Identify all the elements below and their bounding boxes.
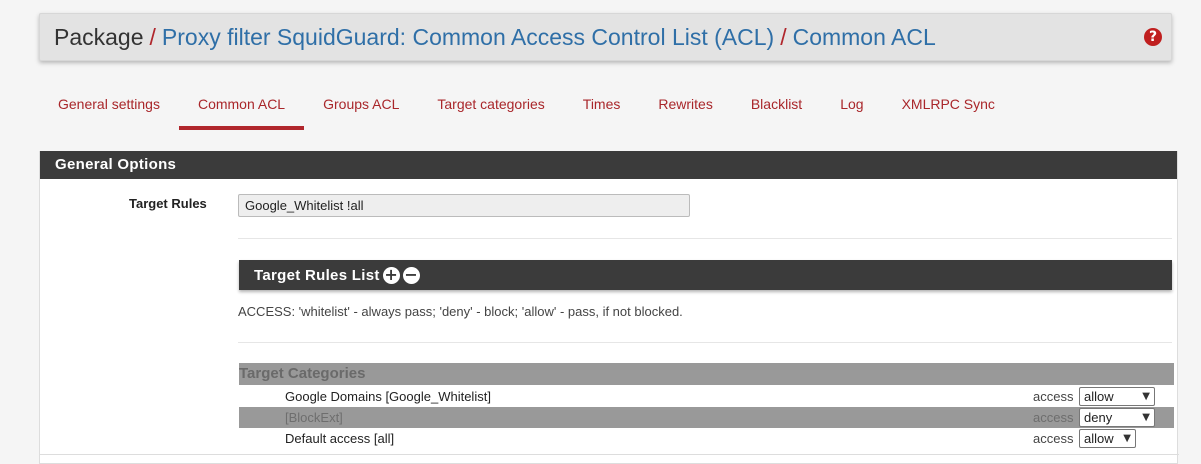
tab-log[interactable]: Log: [821, 84, 882, 130]
category-row: Google Domains [Google_Whitelist] access…: [239, 386, 1174, 407]
access-label: access: [1033, 389, 1074, 404]
chevron-down-icon: ▼: [1142, 391, 1150, 402]
minus-circle-icon[interactable]: −: [402, 266, 420, 284]
tab-rewrites[interactable]: Rewrites: [639, 84, 731, 130]
tab-blacklist[interactable]: Blacklist: [732, 84, 821, 130]
category-row: [BlockExt] access deny ▼: [239, 407, 1174, 428]
tab-common-acl[interactable]: Common ACL: [178, 84, 305, 130]
access-label: access: [1033, 431, 1074, 446]
chevron-down-icon: ▼: [1142, 412, 1150, 423]
divider: [238, 238, 1172, 239]
breadcrumb-separator: /: [149, 23, 156, 50]
tab-xmlrpc-sync[interactable]: XMLRPC Sync: [883, 84, 1014, 130]
chevron-down-icon: ▼: [1123, 433, 1131, 444]
access-note: ACCESS: 'whitelist' - always pass; 'deny…: [238, 304, 683, 319]
target-rules-list-header: Target Rules List + −: [239, 260, 1172, 290]
page-header: Package / Proxy filter SquidGuard: Commo…: [39, 13, 1172, 61]
tab-times[interactable]: Times: [564, 84, 640, 130]
tab-bar: General settings Common ACL Groups ACL T…: [39, 84, 1014, 130]
breadcrumb-separator: /: [780, 23, 787, 50]
breadcrumb-link-acl[interactable]: Proxy filter SquidGuard: Common Access C…: [162, 24, 774, 51]
tab-groups-acl[interactable]: Groups ACL: [304, 84, 418, 130]
panel-title: General Options: [40, 151, 1177, 179]
tab-target-categories[interactable]: Target categories: [418, 84, 563, 130]
access-select[interactable]: allow ▼: [1079, 429, 1136, 448]
target-categories-title: Target Categories: [239, 363, 1174, 385]
divider: [238, 342, 1172, 343]
category-name: [BlockExt]: [285, 410, 343, 425]
target-rules-list-title: Target Rules List: [254, 266, 380, 284]
breadcrumb-root: Package: [54, 23, 144, 50]
divider: [40, 454, 1179, 455]
access-select[interactable]: deny ▼: [1079, 408, 1155, 427]
target-rules-input[interactable]: [238, 194, 690, 217]
target-rules-label: Target Rules: [129, 196, 207, 211]
general-options-panel: General Options Target Rules Target Rule…: [39, 151, 1179, 464]
category-row: Default access [all] access allow ▼: [239, 428, 1174, 449]
plus-circle-icon[interactable]: +: [382, 266, 400, 284]
category-name: Default access [all]: [285, 431, 395, 446]
access-label: access: [1033, 410, 1074, 425]
category-name: Google Domains [Google_Whitelist]: [285, 389, 491, 404]
access-select[interactable]: allow ▼: [1079, 387, 1155, 406]
tab-general-settings[interactable]: General settings: [39, 84, 179, 130]
breadcrumb-link-common-acl[interactable]: Common ACL: [793, 24, 936, 51]
question-circle-icon[interactable]: ?: [1144, 28, 1162, 46]
